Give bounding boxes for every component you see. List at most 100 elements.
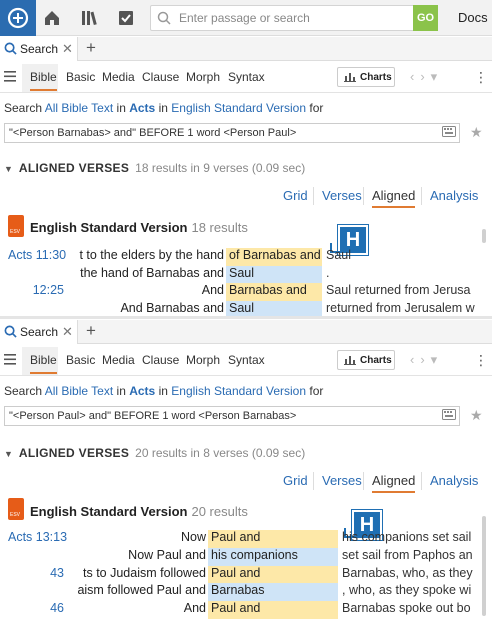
tab-label: Search [20, 42, 59, 56]
tab-search[interactable]: Search ✕ [0, 320, 78, 344]
more-options-icon[interactable]: ⋮ [474, 69, 488, 86]
aligned-match-a[interactable]: Paul and [208, 601, 338, 619]
section-header[interactable]: ▼ ALIGNED VERSES 20 results in 8 verses (0… [4, 446, 305, 460]
scrollbar[interactable] [482, 229, 486, 243]
panel-divider[interactable] [0, 316, 492, 319]
favorite-star-icon[interactable]: ★ [470, 124, 483, 141]
search-scope-line: Search All Bible Text in Acts in English… [4, 384, 323, 398]
version-dropdown[interactable]: English Standard Version [171, 384, 306, 398]
aligned-match-a[interactable]: Barnabas and [226, 283, 322, 301]
view-grid[interactable]: Grid [283, 473, 308, 488]
context-before: Now Paul and [128, 548, 206, 562]
tool-tab-bible[interactable]: Bible [30, 70, 57, 91]
view-analysis[interactable]: Analysis [430, 473, 478, 488]
tool-tab-morph[interactable]: Morph [186, 70, 220, 84]
charts-button[interactable]: Charts [337, 350, 395, 370]
resource-count: 20 results [191, 504, 248, 519]
aligned-match-b[interactable]: his companions [208, 548, 338, 566]
esv-book-icon [8, 215, 24, 237]
tool-tab-bible[interactable]: Bible [30, 353, 57, 374]
keyboard-icon[interactable] [442, 409, 456, 420]
view-aligned[interactable]: Aligned [372, 473, 416, 493]
tool-tab-syntax[interactable]: Syntax [228, 70, 265, 84]
query-input[interactable]: "<Person Paul> and" BEFORE 1 word <Perso… [4, 406, 460, 426]
version-dropdown[interactable]: English Standard Version [171, 101, 306, 115]
verse-ref-link[interactable]: 43 [8, 566, 64, 580]
new-tab-button[interactable]: + [86, 38, 96, 58]
verse-ref-link[interactable]: Acts 13:13 [8, 530, 67, 544]
query-input[interactable]: "<Person Barnabas> and" BEFORE 1 word <P… [4, 123, 460, 143]
book-dropdown[interactable]: Acts [129, 101, 155, 115]
menu-icon[interactable] [4, 71, 16, 82]
view-verses[interactable]: Verses [322, 473, 362, 488]
aligned-match-b[interactable]: Barnabas [208, 583, 338, 601]
section-header[interactable]: ▼ ALIGNED VERSES 18 results in 9 verses (0… [4, 161, 305, 175]
table-row: aism followed Paul and Barnabas , who, a… [0, 583, 480, 601]
close-icon[interactable]: ✕ [62, 324, 73, 340]
charts-button[interactable]: Charts [337, 67, 395, 87]
logos-home-logo[interactable] [0, 0, 36, 36]
close-icon[interactable]: ✕ [62, 41, 73, 57]
docs-menu[interactable]: Docs [458, 10, 488, 25]
resource-title: English Standard Version [30, 220, 188, 235]
context-before: And Barnabas and [120, 301, 224, 315]
tool-tab-clause[interactable]: Clause [142, 70, 179, 84]
section-title: ALIGNED VERSES [18, 446, 130, 460]
resource-header[interactable]: English Standard Version 20 results [30, 504, 248, 519]
context-before: aism followed Paul and [77, 583, 206, 597]
table-row: 43 ts to Judaism followed Paul and Barna… [0, 566, 480, 584]
checklist-icon[interactable] [116, 8, 136, 28]
book-dropdown[interactable]: Acts [129, 384, 155, 398]
aligned-match-a[interactable]: of Barnabas and [226, 248, 322, 266]
view-grid[interactable]: Grid [283, 188, 308, 203]
resource-header[interactable]: English Standard Version 18 results [30, 220, 248, 235]
passage-search-input[interactable] [179, 9, 409, 27]
go-button[interactable]: GO [413, 5, 438, 31]
keyboard-icon[interactable] [442, 126, 456, 137]
charts-label: Charts [360, 72, 392, 83]
scope-dropdown[interactable]: All Bible Text [45, 384, 113, 398]
aligned-match-a[interactable]: Paul and [208, 566, 338, 584]
search-panel-2: Search ✕ + Bible Basic Media Clause Morp… [0, 320, 492, 620]
scope-for-text: for [309, 101, 324, 115]
view-aligned[interactable]: Aligned [372, 188, 416, 208]
panel-tabstrip: Search ✕ + [0, 320, 492, 344]
search-scope-line: Search All Bible Text in Acts in English… [4, 101, 323, 115]
aligned-match-a[interactable]: Paul and [208, 530, 338, 548]
verse-ref-link[interactable]: 46 [8, 601, 64, 615]
tool-tab-clause[interactable]: Clause [142, 353, 179, 367]
tool-tab-morph[interactable]: Morph [186, 353, 220, 367]
view-switcher: Grid Verses Aligned Analysis [0, 470, 492, 494]
new-tab-button[interactable]: + [86, 321, 96, 341]
tool-tab-basic[interactable]: Basic [66, 70, 95, 84]
tool-tab-basic[interactable]: Basic [66, 353, 95, 367]
verse-ref-link[interactable]: 12:25 [8, 283, 64, 297]
scrollbar[interactable] [482, 516, 486, 616]
more-options-icon[interactable]: ⋮ [474, 352, 488, 369]
home-icon[interactable] [42, 8, 62, 28]
bar-chart-icon [344, 356, 356, 365]
favorite-star-icon[interactable]: ★ [470, 407, 483, 424]
tab-search[interactable]: Search ✕ [0, 37, 78, 61]
scope-dropdown[interactable]: All Bible Text [45, 101, 113, 115]
history-nav-arrows[interactable]: ‹›▾ [410, 69, 443, 85]
history-nav-arrows[interactable]: ‹›▾ [410, 352, 443, 368]
search-type-toolbar: Bible Basic Media Clause Morph Syntax Ch… [0, 344, 492, 376]
aligned-match-b[interactable]: Saul [226, 266, 322, 284]
menu-icon[interactable] [4, 354, 16, 365]
context-after: Barnabas spoke out bo [342, 601, 471, 615]
context-before: ts to Judaism followed [83, 566, 206, 580]
aligned-match-b[interactable]: Saul [226, 301, 322, 316]
scope-in-text: in [158, 384, 168, 398]
view-verses[interactable]: Verses [322, 188, 362, 203]
section-title: ALIGNED VERSES [18, 161, 130, 175]
tool-tab-syntax[interactable]: Syntax [228, 353, 265, 367]
library-icon[interactable] [80, 8, 100, 28]
tool-tab-media[interactable]: Media [102, 70, 135, 84]
verse-ref-link[interactable]: Acts 11:30 [8, 248, 66, 262]
tab-label: Search [20, 325, 59, 339]
context-after: Saul returned from Jerusa [326, 283, 471, 297]
tool-tab-media[interactable]: Media [102, 353, 135, 367]
view-analysis[interactable]: Analysis [430, 188, 478, 203]
context-before: And [183, 601, 206, 615]
